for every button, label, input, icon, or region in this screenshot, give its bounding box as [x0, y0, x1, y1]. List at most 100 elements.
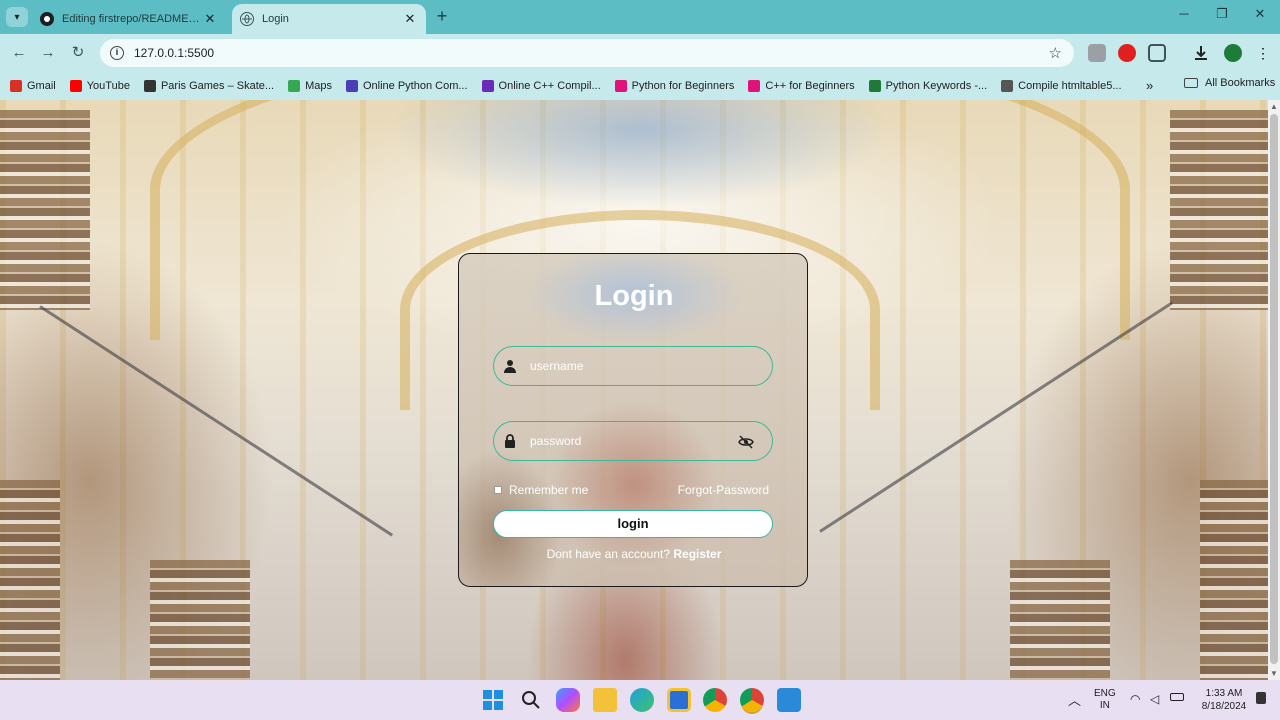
- battery-icon[interactable]: [1170, 693, 1184, 701]
- tab-title: Login: [262, 13, 289, 25]
- remember-me[interactable]: Remember me: [494, 483, 588, 497]
- bookmark-item[interactable]: C++ for Beginners: [748, 80, 855, 92]
- eye-slash-icon[interactable]: [738, 434, 754, 450]
- region-code: IN: [1099, 700, 1110, 711]
- bookshelf-left-middle: [150, 560, 250, 680]
- copilot-icon[interactable]: [556, 688, 580, 712]
- remember-me-checkbox[interactable]: [494, 486, 502, 494]
- register-prompt-text: Dont have an account?: [546, 547, 671, 561]
- bookmark-item[interactable]: Python for Beginners: [614, 80, 735, 92]
- reload-icon: ↻: [71, 44, 85, 61]
- forward-button[interactable]: →: [37, 42, 59, 64]
- register-prompt: Dont have an account? Register: [459, 547, 809, 561]
- adblock-icon[interactable]: [1118, 44, 1136, 62]
- user-icon: [502, 358, 518, 374]
- language-indicator[interactable]: ENG IN: [1094, 688, 1116, 712]
- bookmark-item[interactable]: YouTube: [69, 80, 130, 92]
- browser-toolbar: ← → ↻ i 127.0.0.1:5500 ☆ ⋮: [0, 34, 1280, 72]
- site-info-icon[interactable]: i: [110, 46, 124, 60]
- bookmark-favicon-icon: [10, 80, 22, 92]
- file-explorer-icon[interactable]: [593, 688, 617, 712]
- bookmark-favicon-icon: [868, 80, 881, 92]
- new-tab-button[interactable]: +: [432, 6, 452, 26]
- bookmark-label: Python Keywords -...: [885, 80, 988, 92]
- windows-start-icon[interactable]: [481, 688, 505, 712]
- all-bookmarks-button[interactable]: All Bookmarks: [1184, 77, 1275, 89]
- chrome-icon[interactable]: [703, 688, 727, 712]
- tab-title: Editing firstrepo/README.md a: [62, 13, 202, 25]
- notification-bell-icon[interactable]: [1256, 692, 1266, 704]
- tab-strip: ▾ Editing firstrepo/README.md a ✕ Login …: [0, 0, 1280, 34]
- bookmark-item[interactable]: Online C++ Compil...: [481, 80, 601, 92]
- register-link[interactable]: Register: [673, 547, 721, 561]
- download-icon[interactable]: [1192, 44, 1210, 62]
- profile-avatar[interactable]: [1224, 44, 1242, 62]
- bookmark-favicon-icon: [748, 80, 761, 92]
- bookmark-label: Compile htmltable5...: [1018, 80, 1122, 92]
- close-tab-icon[interactable]: ✕: [402, 11, 418, 27]
- bookmark-favicon-icon: [143, 80, 156, 92]
- bookmark-label: C++ for Beginners: [765, 80, 855, 92]
- login-title: Login: [594, 280, 674, 312]
- scroll-up-icon[interactable]: ▲: [1270, 102, 1278, 111]
- bookmark-item[interactable]: Python Keywords -...: [868, 80, 988, 92]
- scrollbar-thumb[interactable]: [1270, 114, 1278, 664]
- search-icon[interactable]: [519, 688, 543, 712]
- bookshelf-left-top: [0, 110, 90, 310]
- username-placeholder: username: [530, 359, 584, 373]
- login-button[interactable]: login: [493, 510, 773, 538]
- bookmark-item[interactable]: Maps: [288, 80, 332, 92]
- bookmark-favicon-icon: [69, 80, 82, 92]
- bookmark-item[interactable]: Paris Games – Skate...: [143, 80, 274, 92]
- password-placeholder: password: [530, 434, 582, 448]
- wifi-icon[interactable]: ◠: [1130, 692, 1140, 706]
- bookmark-item[interactable]: Compile htmltable5...: [1001, 80, 1122, 92]
- bookmark-item[interactable]: Gmail: [10, 80, 56, 92]
- restore-button[interactable]: ❐: [1204, 6, 1240, 26]
- lock-icon: [502, 433, 518, 449]
- vscode-icon[interactable]: [777, 688, 801, 712]
- page-scrollbar[interactable]: ▲ ▼: [1268, 100, 1280, 680]
- bookmark-favicon-icon: [345, 80, 358, 92]
- login-card: Login username password Remember me Forg…: [458, 253, 808, 587]
- clock-time: 1:33 AM: [1205, 688, 1243, 699]
- tab-search-button[interactable]: ▾: [6, 7, 28, 27]
- windows-taskbar: ︿ ENG IN ◠ ◁ 1:33 AM 8/18/2024: [0, 680, 1280, 720]
- bookmark-item[interactable]: Online Python Com...: [345, 80, 468, 92]
- scroll-down-icon[interactable]: ▼: [1270, 669, 1278, 678]
- show-hidden-icons-icon[interactable]: ︿: [1068, 690, 1081, 709]
- bookmarks-bar: Gmail YouTube Paris Games – Skate... Maps On…: [0, 72, 1280, 100]
- username-field[interactable]: username: [493, 346, 773, 386]
- bookmark-favicon-icon: [1001, 80, 1014, 92]
- bookmark-label: Online C++ Compil...: [498, 80, 601, 92]
- tab-login[interactable]: Login ✕: [232, 4, 426, 34]
- forgot-password-link[interactable]: Forgot-Password: [678, 483, 769, 497]
- bookmark-label: Python for Beginners: [631, 80, 735, 92]
- back-button[interactable]: ←: [8, 42, 30, 64]
- extensions-puzzle-icon[interactable]: [1148, 44, 1166, 62]
- bookmark-label: YouTube: [86, 80, 130, 92]
- menu-kebab-icon[interactable]: ⋮: [1254, 44, 1272, 62]
- close-window-button[interactable]: ✕: [1242, 6, 1278, 26]
- more-bookmarks-chevron-icon[interactable]: »: [1146, 78, 1153, 93]
- edge-icon[interactable]: [630, 688, 654, 712]
- bookmark-star-icon[interactable]: ☆: [1049, 44, 1062, 62]
- bookmark-favicon-icon: [481, 80, 494, 92]
- github-icon: [40, 12, 54, 26]
- volume-icon[interactable]: ◁: [1150, 692, 1159, 706]
- sticky-app-icon[interactable]: [667, 688, 691, 712]
- bookmark-label: Maps: [305, 80, 332, 92]
- language-code: ENG: [1094, 688, 1116, 699]
- address-bar[interactable]: i 127.0.0.1:5500 ☆: [100, 39, 1074, 67]
- password-field[interactable]: password: [493, 421, 773, 461]
- globe-icon: [240, 12, 254, 26]
- close-tab-icon[interactable]: ✕: [202, 11, 218, 27]
- bookmark-label: Gmail: [27, 80, 56, 92]
- chrome-profile-icon[interactable]: [740, 688, 764, 712]
- tab-editing-readme[interactable]: Editing firstrepo/README.md a ✕: [32, 4, 226, 34]
- extension-icon[interactable]: [1088, 44, 1106, 62]
- reload-button[interactable]: ↻: [67, 42, 89, 64]
- system-clock[interactable]: 1:33 AM 8/18/2024: [1194, 687, 1254, 713]
- remember-me-label: Remember me: [509, 483, 589, 497]
- minimize-button[interactable]: ─: [1166, 6, 1202, 26]
